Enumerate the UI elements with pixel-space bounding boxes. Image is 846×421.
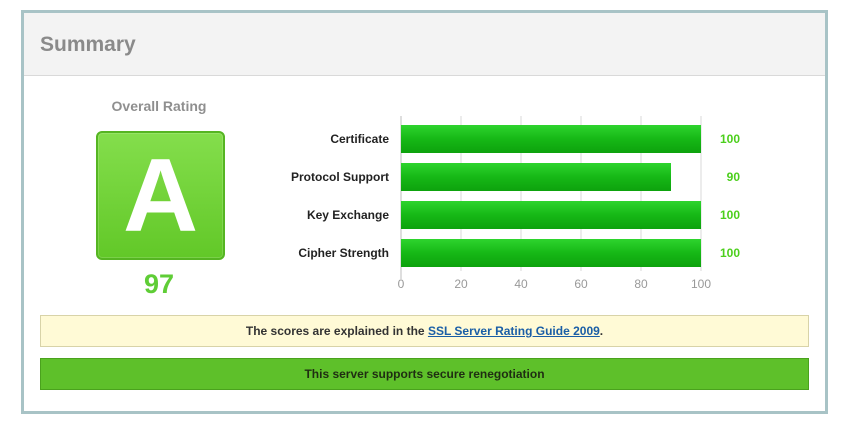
rating-guide-link[interactable]: SSL Server Rating Guide 2009 <box>428 324 600 338</box>
x-tick-label: 60 <box>574 277 588 291</box>
bar <box>401 239 701 267</box>
x-tick-label: 100 <box>691 277 711 291</box>
notice-prefix: The scores are explained in the <box>245 324 425 338</box>
value-label: 100 <box>720 208 740 222</box>
category-label: Cipher Strength <box>298 246 389 260</box>
bar <box>401 125 701 153</box>
renegotiation-status-banner: This server supports secure renegotiatio… <box>40 358 809 390</box>
category-label: Key Exchange <box>307 208 389 222</box>
x-tick-label: 80 <box>634 277 648 291</box>
value-label: 100 <box>720 246 740 260</box>
x-tick-label: 20 <box>454 277 468 291</box>
category-label: Protocol Support <box>291 170 389 184</box>
summary-panel: Summary Overall Rating A 97 Certificate 1… <box>21 10 828 414</box>
bar <box>401 163 671 191</box>
bar <box>401 201 701 229</box>
value-label: 90 <box>727 170 741 184</box>
value-label: 100 <box>720 132 740 146</box>
renegotiation-status-text: This server supports secure renegotiatio… <box>304 367 545 381</box>
rating-guide-notice: The scores are explained in the SSL Serv… <box>40 315 809 347</box>
notice-suffix: . <box>599 324 604 338</box>
x-tick-label: 0 <box>398 277 405 291</box>
category-label: Certificate <box>330 132 389 146</box>
rating-bar-chart: Certificate 100 Protocol Support 90 Key Exch… <box>291 116 741 291</box>
x-tick-label: 40 <box>514 277 528 291</box>
